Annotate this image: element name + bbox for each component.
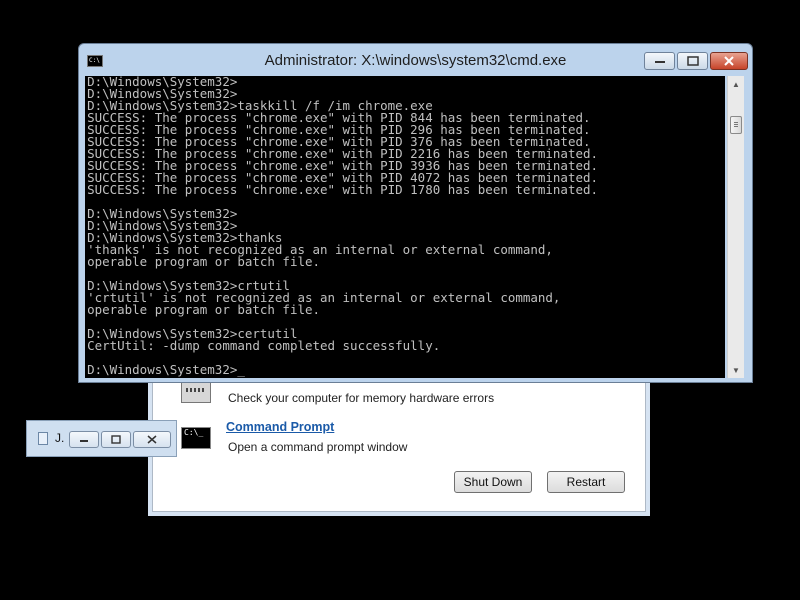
shut-down-button[interactable]: Shut Down [454,471,532,493]
console-line: D:\Windows\System32>_ [87,363,245,377]
restart-button[interactable]: Restart [547,471,625,493]
cmd-close-button[interactable] [710,52,748,70]
console-line: operable program or batch file. [87,255,321,269]
cmd-window[interactable]: C:\ Administrator: X:\windows\system32\c… [78,43,753,383]
close-icon [724,56,734,66]
cmd-titlebar[interactable]: C:\ Administrator: X:\windows\system32\c… [79,44,752,76]
cmd-maximize-button[interactable] [677,52,708,70]
console-line: CertUtil: -dump command completed succes… [87,339,441,353]
minimize-icon [654,61,665,63]
console-output[interactable]: D:\Windows\System32> D:\Windows\System32… [85,76,725,378]
close-icon [147,435,157,444]
scroll-down-arrow-icon[interactable]: ▼ [728,362,744,378]
minimize-icon [80,439,88,442]
maximize-button[interactable] [101,431,131,448]
command-prompt-link[interactable]: Command Prompt [226,420,334,434]
maximize-icon [686,56,699,66]
minimized-window-title: J. [55,431,65,445]
scroll-up-arrow-icon[interactable]: ▲ [728,76,744,92]
memory-icon [181,381,211,403]
scrollbar-thumb[interactable] [730,116,742,134]
system-recovery-window: Check your computer for memory hardware … [152,372,646,512]
console-line: operable program or batch file. [87,303,321,317]
document-icon [38,432,48,445]
console-text: D:\Windows\System32> D:\Windows\System32… [85,76,725,376]
memory-diagnostic-description: Check your computer for memory hardware … [228,391,495,405]
minimized-window[interactable]: J. [26,420,177,457]
command-prompt-description: Open a command prompt window [228,440,408,454]
close-button[interactable] [133,431,171,448]
vertical-scrollbar[interactable]: ▲ ▼ [727,76,744,378]
cmd-minimize-button[interactable] [644,52,675,70]
minimize-button[interactable] [69,431,99,448]
console-line: SUCCESS: The process "chrome.exe" with P… [87,183,599,197]
cmd-icon: C:\_ [181,427,211,449]
maximize-icon [111,435,121,444]
